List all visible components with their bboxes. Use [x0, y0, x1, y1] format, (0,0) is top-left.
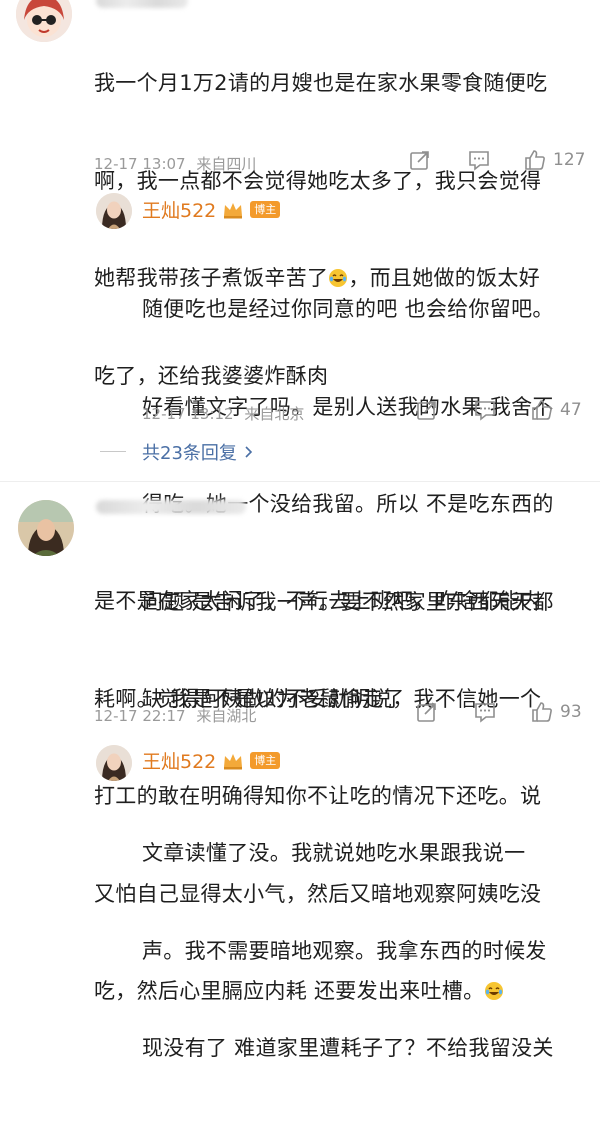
crown-icon: [222, 201, 244, 219]
blogger-badge: 博主: [250, 201, 281, 218]
blurred-username: [96, 500, 246, 514]
share-button[interactable]: [415, 398, 439, 422]
user-photo-avatar-icon: [18, 500, 74, 556]
user-photo-avatar-icon: [96, 745, 132, 781]
share-icon: [417, 401, 436, 420]
cartoon-girl-avatar-icon: [16, 0, 72, 42]
reply-button[interactable]: [473, 398, 497, 422]
comment-divider: [0, 481, 600, 482]
reply-button[interactable]: [473, 700, 497, 724]
avatar[interactable]: [96, 745, 132, 781]
like-button[interactable]: 127: [523, 148, 585, 172]
chevron-right-icon: [245, 446, 253, 458]
blogger-badge: 博主: [250, 752, 281, 769]
like-button[interactable]: 47: [530, 398, 582, 422]
reply-divider-line: [100, 451, 126, 452]
avatar[interactable]: [96, 193, 132, 229]
comment-actions: 93: [0, 700, 600, 728]
share-button[interactable]: [415, 700, 439, 724]
comment-icon: [469, 151, 489, 171]
share-icon: [417, 703, 436, 722]
crown-icon: [222, 752, 244, 770]
thumbs-up-icon: [532, 702, 552, 722]
user-photo-avatar-icon: [96, 193, 132, 229]
like-count: 127: [553, 150, 586, 170]
like-button[interactable]: 93: [530, 700, 582, 724]
like-count: 93: [560, 702, 582, 722]
reply-text: 文章读懂了没。我就说她吃水果跟我说一 声。我不需要暗地观察。我拿东西的时候发 现…: [142, 841, 554, 1060]
share-icon: [410, 151, 429, 170]
comment-icon: [475, 401, 495, 421]
reply-header: 王灿522 博主: [142, 747, 281, 774]
avatar[interactable]: [18, 500, 74, 556]
avatar[interactable]: [16, 0, 72, 42]
username[interactable]: 王灿522: [142, 196, 216, 223]
like-count: 47: [560, 400, 582, 420]
reply-header: 王灿522 博主: [142, 196, 281, 223]
reply-button[interactable]: [467, 148, 491, 172]
share-button[interactable]: [408, 148, 432, 172]
comment-actions: 127: [0, 148, 600, 176]
comment-icon: [475, 703, 495, 723]
more-replies-link[interactable]: 共23条回复: [142, 439, 255, 465]
username[interactable]: 王灿522: [142, 747, 216, 774]
thumbs-up-icon: [525, 150, 545, 170]
thumbs-up-icon: [532, 400, 552, 420]
reply-actions: 47: [0, 398, 600, 426]
